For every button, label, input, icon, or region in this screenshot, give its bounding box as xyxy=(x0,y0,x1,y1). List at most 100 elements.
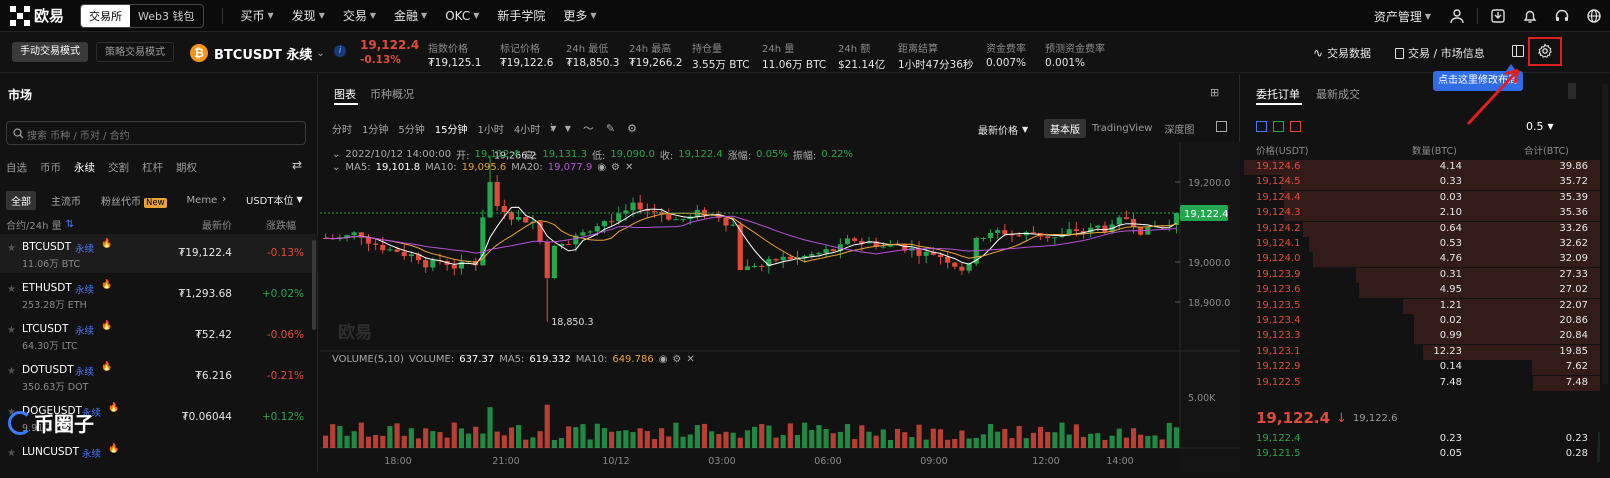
bid-row[interactable]: 19,121.5 0.05 0.28 xyxy=(1244,447,1600,463)
col-contract-header[interactable]: 合约/24h 量 ⇅ xyxy=(6,217,74,232)
interval-1[interactable]: 1分钟 xyxy=(362,121,388,136)
candle-type-icon[interactable]: ⫶ xyxy=(550,121,553,135)
both-sides-icon[interactable] xyxy=(1256,121,1267,132)
ask-row[interactable]: 19,124.2 0.64 33.26 xyxy=(1244,221,1600,237)
market-tab-1[interactable]: 币币 xyxy=(40,160,61,175)
bell-icon[interactable] xyxy=(1514,0,1546,32)
market-info-button[interactable]: 交易 / 市场信息 xyxy=(1395,45,1485,61)
ask-row[interactable]: 19,123.3 0.99 20.84 xyxy=(1244,329,1600,345)
nav-item-4[interactable]: OKC ▼ xyxy=(445,9,479,23)
col-price-header[interactable]: 最新价 xyxy=(202,217,232,232)
chevron-right-icon[interactable]: › xyxy=(222,192,226,205)
market-filter-3[interactable]: Meme xyxy=(182,193,223,208)
interval-2[interactable]: 5分钟 xyxy=(398,121,424,136)
settings-icon[interactable]: ⚙ xyxy=(611,162,620,173)
nav-item-3[interactable]: 金融 ▼ xyxy=(394,7,427,24)
scrollbar[interactable] xyxy=(312,240,316,330)
settings-icon[interactable]: ⚙ xyxy=(672,354,681,365)
ask-row[interactable]: 19,122.5 7.48 7.48 xyxy=(1244,375,1600,391)
brush-icon[interactable]: ✎ xyxy=(606,122,615,135)
eye-icon[interactable]: ◉ xyxy=(659,354,668,365)
info-icon[interactable]: i xyxy=(334,45,346,57)
market-search-input[interactable]: 搜索 币种 / 币对 / 合约 xyxy=(6,121,306,145)
ask-row[interactable]: 19,123.9 0.31 27.33 xyxy=(1244,267,1600,283)
fullscreen-icon[interactable] xyxy=(1216,121,1227,132)
ask-row[interactable]: 19,124.1 0.53 32.62 xyxy=(1244,237,1600,252)
manual-mode-button[interactable]: 手动交易模式 xyxy=(12,42,88,62)
nav-item-0[interactable]: 买币 ▼ xyxy=(241,7,274,24)
interval-4[interactable]: 1小时 xyxy=(477,121,503,136)
trade-data-button[interactable]: ∿ 交易数据 xyxy=(1313,45,1371,61)
market-tab-5[interactable]: 期权 xyxy=(176,160,197,175)
ask-row[interactable]: 19,123.6 4.95 27.02 xyxy=(1244,283,1600,299)
tab-orderbook[interactable]: 委托订单 xyxy=(1256,86,1300,102)
price-type-select[interactable]: 最新价格 ▼ xyxy=(978,122,1028,137)
okx-logo[interactable]: 欧易 xyxy=(10,5,64,26)
tab-trades[interactable]: 最新成交 xyxy=(1316,86,1360,102)
tab-chart[interactable]: 图表 xyxy=(334,86,356,102)
ask-row[interactable]: 19,123.5 1.21 22.07 xyxy=(1244,298,1600,314)
gear-icon[interactable] xyxy=(1537,43,1553,59)
market-row[interactable]: ★ LTCUSDT 永续 🔥 64.30万 LTC ₮52.42 -0.06% xyxy=(0,316,318,355)
nav-item-2[interactable]: 交易 ▼ xyxy=(343,7,376,24)
bid-row[interactable]: 19,122.4 0.23 0.23 xyxy=(1244,432,1600,447)
orderbook-scrollbar[interactable] xyxy=(1602,84,1608,384)
nav-item-1[interactable]: 发现 ▼ xyxy=(292,7,325,24)
market-row[interactable]: ★ ETHUSDT 永续 🔥 253.28万 ETH ₮1,293.68 +0.02% xyxy=(0,275,318,314)
view-tradingview[interactable]: TradingView xyxy=(1086,121,1158,136)
seg-exchange[interactable]: 交易所 xyxy=(81,4,131,27)
market-tab-3[interactable]: 交割 xyxy=(108,160,129,175)
market-tab-0[interactable]: 自选 xyxy=(6,160,27,175)
headset-icon[interactable] xyxy=(1546,0,1578,32)
ask-row[interactable]: 19,124.3 2.10 35.36 xyxy=(1244,206,1600,222)
market-row[interactable]: ★ LUNCUSDT 永续 🔥 xyxy=(0,439,318,478)
swap-icon[interactable]: ⇄ xyxy=(292,158,302,172)
ask-row[interactable]: 19,124.4 0.03 35.39 xyxy=(1244,190,1600,206)
market-row[interactable]: ★ BTCUSDT 永续 🔥 11.06万 BTC ₮19,122.4 -0.13% xyxy=(0,234,318,273)
globe-icon[interactable] xyxy=(1578,0,1610,32)
bids-only-icon[interactable] xyxy=(1273,121,1284,132)
unit-select[interactable]: USDT本位 ▼ xyxy=(246,192,303,207)
star-icon[interactable]: ★ xyxy=(7,325,16,336)
ask-row[interactable]: 19,124.5 0.33 35.72 xyxy=(1244,175,1600,191)
view-basic[interactable]: 基本版 xyxy=(1044,119,1086,138)
market-tab-2[interactable]: 永续 xyxy=(74,160,95,175)
exchange-wallet-switch[interactable]: 交易所 Web3 钱包 xyxy=(80,3,204,28)
interval-5[interactable]: 4小时 xyxy=(514,121,540,136)
user-icon[interactable] xyxy=(1441,0,1473,32)
asks-only-icon[interactable] xyxy=(1290,121,1301,132)
col-change-header[interactable]: 涨跌幅 xyxy=(266,217,296,232)
star-icon[interactable]: ★ xyxy=(7,366,16,377)
ask-row[interactable]: 19,122.9 0.14 7.62 xyxy=(1244,360,1600,376)
asset-management-menu[interactable]: 资产管理 ▼ xyxy=(1374,8,1431,25)
close-icon[interactable]: ✕ xyxy=(686,354,694,365)
grid-icon[interactable]: ⊞ xyxy=(1210,86,1219,99)
market-tab-4[interactable]: 杠杆 xyxy=(142,160,163,175)
tab-overview[interactable]: 币种概况 xyxy=(370,86,414,102)
star-icon[interactable]: ★ xyxy=(7,243,16,254)
ask-row[interactable]: 19,123.1 12.23 19.85 xyxy=(1244,344,1600,360)
market-filter-0[interactable]: 全部 xyxy=(6,191,36,210)
ask-row[interactable]: 19,124.6 4.14 39.86 xyxy=(1244,160,1600,175)
candlestick-chart[interactable]: 19,200.019,000.018,900.0欧易19,122.419,266… xyxy=(320,142,1240,472)
strategy-mode-button[interactable]: 策略交易模式 xyxy=(96,42,174,62)
interval-3[interactable]: 15分钟 xyxy=(435,121,468,136)
download-icon[interactable] xyxy=(1482,0,1514,32)
ask-row[interactable]: 19,123.4 0.02 20.86 xyxy=(1244,314,1600,329)
market-filter-1[interactable]: 主流币 xyxy=(46,191,86,210)
star-icon[interactable]: ★ xyxy=(7,448,16,459)
star-icon[interactable]: ★ xyxy=(7,284,16,295)
line-tool-icon[interactable]: 〜 xyxy=(583,120,594,136)
close-icon[interactable]: ✕ xyxy=(625,162,633,173)
ask-row[interactable]: 19,124.0 4.76 32.09 xyxy=(1244,252,1600,268)
chevron-down-icon[interactable]: ▼ xyxy=(565,124,571,133)
nav-item-6[interactable]: 更多 ▼ xyxy=(563,7,596,24)
symbol-selector[interactable]: BTCUSDT 永续 ⌄ xyxy=(214,44,325,63)
precision-select[interactable]: 0.5 ▼ xyxy=(1526,120,1554,133)
market-filter-2[interactable]: 粉丝代币 New xyxy=(96,191,172,210)
panel-scroll-handle[interactable] xyxy=(1568,83,1576,99)
layout-icon[interactable] xyxy=(1512,45,1524,57)
seg-web3-wallet[interactable]: Web3 钱包 xyxy=(130,5,202,27)
interval-0[interactable]: 分时 xyxy=(332,121,352,136)
eye-icon[interactable]: ◉ xyxy=(597,162,606,173)
